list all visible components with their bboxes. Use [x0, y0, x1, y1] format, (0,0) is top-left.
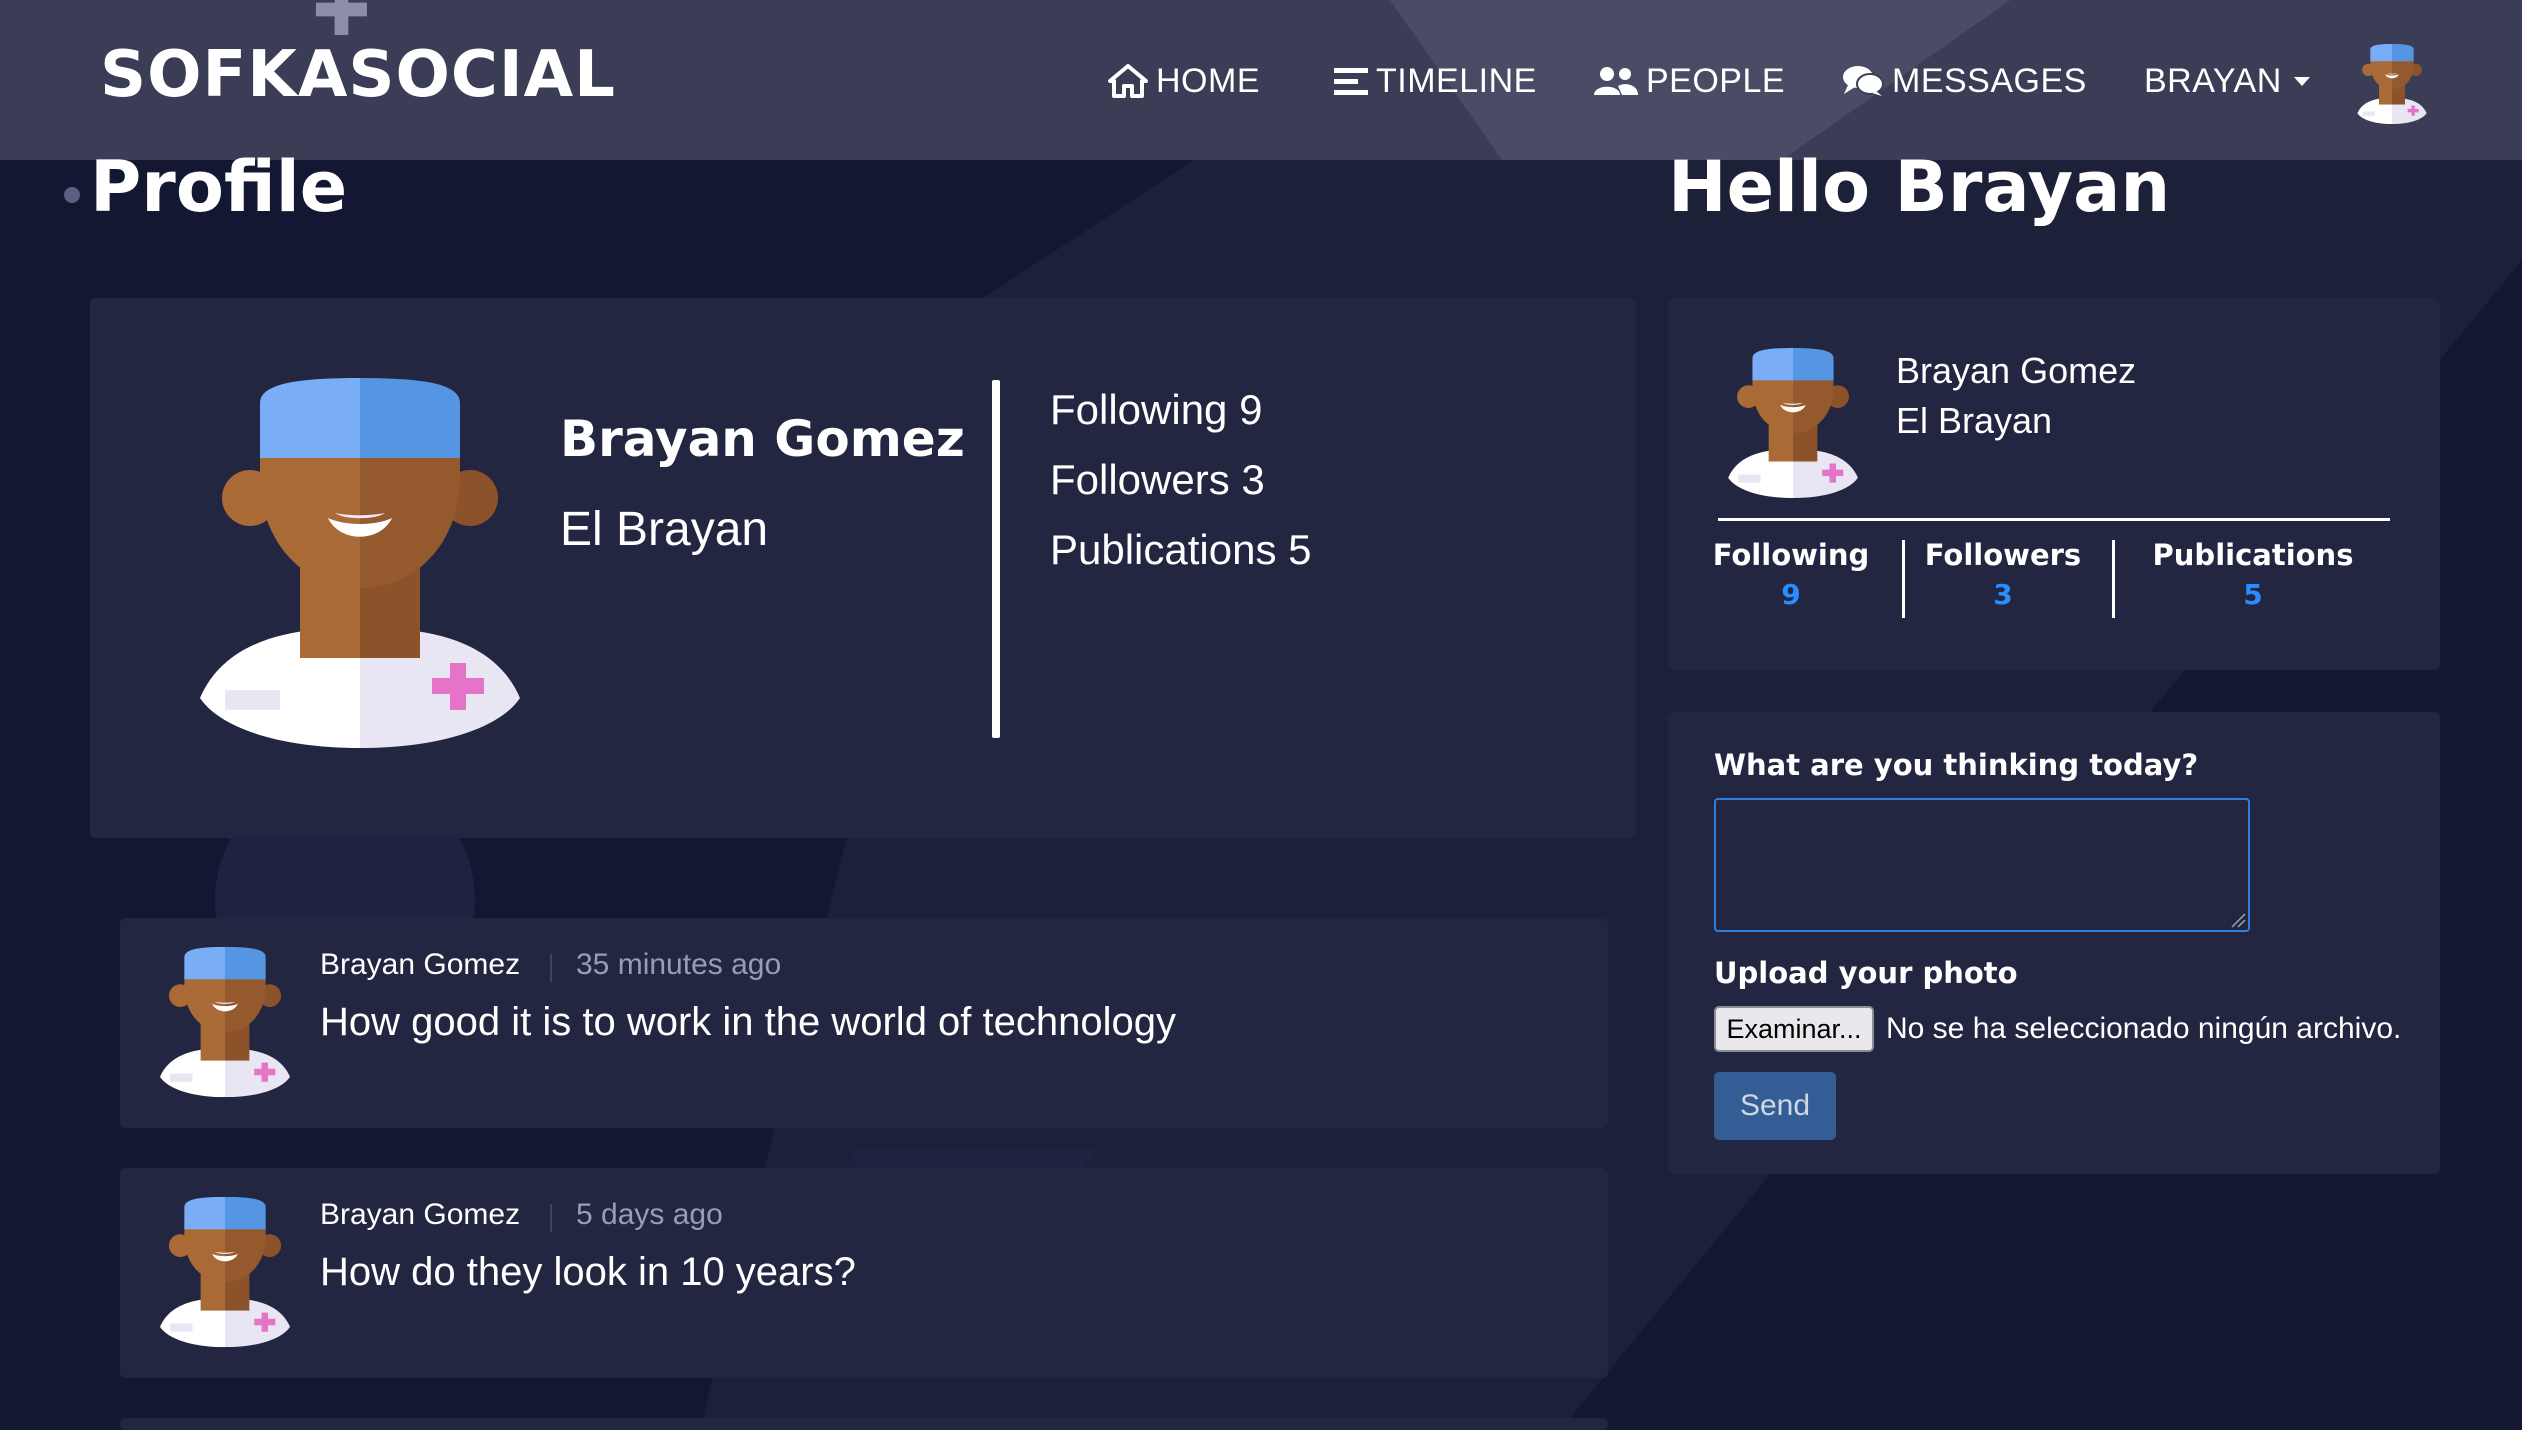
summary-following-label: Following	[1712, 538, 1870, 572]
caret-down-icon	[2293, 76, 2310, 86]
users-icon	[1594, 67, 1638, 95]
send-button[interactable]: Send	[1714, 1072, 1836, 1140]
nav-people[interactable]: PEOPLE	[1594, 56, 1785, 106]
summary-followers[interactable]: Followers 3	[1918, 538, 2088, 611]
post-avatar	[160, 1196, 290, 1348]
summary-following-value: 9	[1781, 578, 1801, 611]
post-avatar	[160, 946, 290, 1098]
profile-name: Brayan Gomez	[560, 410, 965, 468]
post-card	[120, 1418, 1608, 1430]
post-prompt-label: What are you thinking today?	[1714, 748, 2199, 782]
summary-avatar	[1728, 348, 1858, 498]
summary-name: Brayan Gomez	[1896, 350, 2137, 391]
post-timestamp: 5 days ago	[576, 1198, 723, 1231]
post-text: How do they look in 10 years?	[320, 1250, 856, 1294]
comments-icon	[1843, 66, 1884, 96]
post-text: How good it is to work in the world of t…	[320, 1000, 1176, 1044]
post-author[interactable]: Brayan Gomez	[320, 948, 520, 982]
bars-icon	[1334, 68, 1368, 95]
navbar: ✚ SOFKASOCIAL HOME TIMELINE PEOPLE MESSA…	[0, 0, 2522, 160]
nav-messages-label: MESSAGES	[1892, 61, 2087, 100]
summary-divider	[1718, 518, 2390, 521]
summary-followers-label: Followers	[1924, 538, 2082, 572]
post-meta-separator	[550, 1204, 552, 1232]
nav-timeline-label: TIMELINE	[1376, 61, 1537, 100]
user-menu-label: BRAYAN	[2144, 61, 2282, 100]
profile-avatar	[200, 378, 520, 748]
summary-publications-label: Publications	[2152, 538, 2354, 572]
avatar[interactable]	[2352, 44, 2432, 124]
nav-home[interactable]: HOME	[1108, 56, 1260, 106]
profile-followers[interactable]: Followers 3	[1050, 456, 1265, 504]
profile-following[interactable]: Following 9	[1050, 386, 1262, 434]
file-browse-button[interactable]: Examinar...	[1714, 1006, 1874, 1052]
post-textarea[interactable]	[1714, 798, 2250, 932]
profile-card: Brayan Gomez El Brayan Following 9 Follo…	[90, 298, 1636, 838]
brand-logo[interactable]: SOFKASOCIAL	[100, 38, 616, 112]
post-timestamp: 35 minutes ago	[576, 948, 782, 981]
summary-publications-value: 5	[2243, 578, 2263, 611]
post-card: Brayan Gomez 35 minutes ago How good it …	[120, 918, 1608, 1128]
page-title: Profile	[90, 146, 348, 228]
nav-home-label: HOME	[1156, 61, 1260, 100]
profile-publications[interactable]: Publications 5	[1050, 526, 1312, 574]
user-summary-card: Brayan Gomez El Brayan Following 9 Follo…	[1668, 298, 2440, 670]
nav-messages[interactable]: MESSAGES	[1842, 56, 2087, 106]
summary-followers-value: 3	[1993, 578, 2013, 611]
new-post-card: What are you thinking today? Upload your…	[1668, 712, 2440, 1174]
upload-label: Upload your photo	[1714, 956, 2018, 990]
post-card: Brayan Gomez 5 days ago How do they look…	[120, 1168, 1608, 1378]
resize-handle-icon[interactable]	[2230, 912, 2246, 928]
post-meta-separator	[550, 954, 552, 982]
file-status-text: No se ha seleccionado ningún archivo.	[1886, 1012, 2402, 1045]
user-menu-dropdown[interactable]: BRAYAN	[2144, 56, 2310, 106]
stat-separator	[1902, 540, 1905, 618]
post-author[interactable]: Brayan Gomez	[320, 1198, 520, 1232]
stat-separator	[2112, 540, 2115, 618]
home-icon	[1108, 64, 1148, 98]
greeting-title: Hello Brayan	[1668, 146, 2171, 228]
nav-timeline[interactable]: TIMELINE	[1334, 56, 1537, 106]
profile-divider	[992, 380, 1000, 738]
dot-decoration	[64, 187, 80, 203]
summary-following[interactable]: Following 9	[1706, 538, 1876, 611]
profile-nickname: El Brayan	[560, 503, 769, 556]
summary-publications[interactable]: Publications 5	[2128, 538, 2378, 611]
summary-nickname: El Brayan	[1896, 400, 2053, 441]
nav-people-label: PEOPLE	[1646, 61, 1786, 100]
